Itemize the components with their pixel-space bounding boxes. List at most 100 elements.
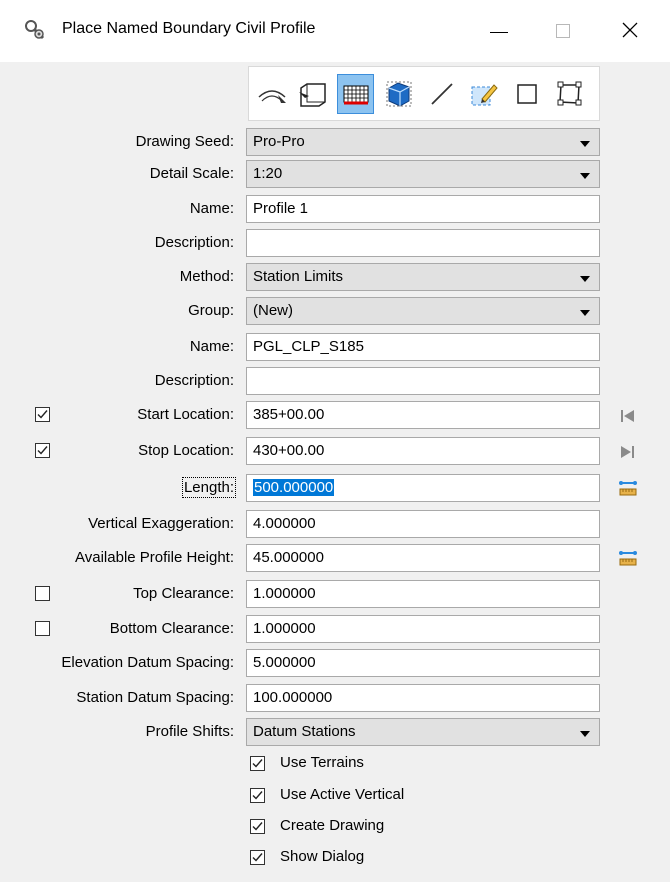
station-datum-spacing-label: Station Datum Spacing: <box>76 689 234 706</box>
from-element-tool[interactable] <box>508 74 545 114</box>
length-input[interactable]: 500.000000 <box>246 474 600 502</box>
checkmark-icon <box>252 853 263 862</box>
shape-icon <box>471 84 498 106</box>
method-row: Method: Station Limits <box>0 263 670 291</box>
create-drawing-checkbox[interactable] <box>250 819 265 834</box>
from-view-tool[interactable] <box>551 74 588 114</box>
go-to-start-icon[interactable] <box>618 407 638 425</box>
top-clearance-checkbox[interactable] <box>35 586 50 601</box>
start-location-row: Start Location: 385+00.00 <box>0 401 670 429</box>
use-terrains-checkbox[interactable] <box>250 756 265 771</box>
vertical-exaggeration-input[interactable]: 4.000000 <box>246 510 600 538</box>
checkmark-icon <box>37 446 48 455</box>
drawing-seed-select[interactable]: Pro-Pro <box>246 128 600 156</box>
bottom-clearance-input[interactable]: 1.000000 <box>246 615 600 643</box>
chevron-down-icon <box>580 310 590 316</box>
3d-cut-tool[interactable] <box>380 74 417 114</box>
from-element-icon <box>516 84 537 104</box>
group-select[interactable]: (New) <box>246 297 600 325</box>
civil-plan-tool[interactable] <box>253 74 290 114</box>
vertical-exaggeration-label: Vertical Exaggeration: <box>88 515 234 532</box>
top-clearance-label: Top Clearance: <box>133 585 234 602</box>
checkmark-icon <box>252 791 263 800</box>
measure-height-icon[interactable] <box>618 550 638 568</box>
elevation-datum-spacing-row: Elevation Datum Spacing: 5.000000 <box>0 649 670 677</box>
station-datum-spacing-input[interactable]: 100.000000 <box>246 684 600 712</box>
start-location-label: Start Location: <box>137 406 234 423</box>
vertical-exaggeration-row: Vertical Exaggeration: 4.000000 <box>0 510 670 538</box>
shape-tool[interactable] <box>465 74 502 114</box>
stop-location-checkbox[interactable] <box>35 443 50 458</box>
description1-input[interactable] <box>246 229 600 257</box>
length-row: Length: 500.000000 <box>0 474 670 502</box>
description1-row: Description: <box>0 229 670 257</box>
checkmark-icon <box>252 822 263 831</box>
top-clearance-input[interactable]: 1.000000 <box>246 580 600 608</box>
name2-label: Name: <box>189 338 234 355</box>
group-value: (New) <box>253 302 293 319</box>
chevron-down-icon <box>580 173 590 179</box>
civil-profile-tool[interactable] <box>337 74 374 114</box>
drawing-seed-label: Drawing Seed: <box>135 133 234 150</box>
top-clearance-row: Top Clearance: 1.000000 <box>0 580 670 608</box>
length-value: 500.000000 <box>253 479 335 496</box>
minimize-button[interactable] <box>478 10 524 50</box>
detail-scale-row: Detail Scale: 1:20 <box>0 160 670 188</box>
measure-length-icon[interactable] <box>618 480 638 498</box>
name1-label: Name: <box>189 200 234 217</box>
method-select[interactable]: Station Limits <box>246 263 600 291</box>
name2-row: Name: PGL_CLP_S185 <box>0 333 670 361</box>
description2-input[interactable] <box>246 367 600 395</box>
civil-cross-section-icon <box>298 83 326 107</box>
method-value: Station Limits <box>253 268 344 285</box>
create-drawing-label: Create Drawing <box>280 817 385 834</box>
chevron-down-icon <box>580 141 590 147</box>
available-profile-height-input[interactable]: 45.000000 <box>246 544 600 572</box>
two-points-tool[interactable] <box>423 74 460 114</box>
bottom-clearance-row: Bottom Clearance: 1.000000 <box>0 615 670 643</box>
name1-input[interactable]: Profile 1 <box>246 195 600 223</box>
stop-location-input[interactable]: 430+00.00 <box>246 437 600 465</box>
stop-location-row: Stop Location: 430+00.00 <box>0 437 670 465</box>
detail-scale-label: Detail Scale: <box>149 165 234 182</box>
title-bar: Place Named Boundary Civil Profile <box>0 0 670 62</box>
go-to-end-icon[interactable] <box>618 443 638 461</box>
maximize-button[interactable] <box>541 10 587 50</box>
profile-shifts-select[interactable]: Datum Stations <box>246 718 600 746</box>
detail-scale-select[interactable]: 1:20 <box>246 160 600 188</box>
bottom-clearance-label: Bottom Clearance: <box>109 620 234 637</box>
length-label: Length: <box>181 477 237 498</box>
stop-location-label: Stop Location: <box>138 442 234 459</box>
description2-label: Description: <box>154 372 234 389</box>
elevation-datum-spacing-label: Elevation Datum Spacing: <box>61 654 234 671</box>
profile-shifts-value: Datum Stations <box>253 723 356 740</box>
civil-cross-section-tool[interactable] <box>294 74 331 114</box>
civil-profile-icon <box>343 85 368 105</box>
available-profile-height-label: Available Profile Height: <box>75 549 234 566</box>
bottom-clearance-checkbox[interactable] <box>35 621 50 636</box>
name1-row: Name: Profile 1 <box>0 195 670 223</box>
elevation-datum-spacing-input[interactable]: 5.000000 <box>246 649 600 677</box>
close-button[interactable] <box>608 10 654 50</box>
close-icon <box>622 22 638 38</box>
show-dialog-label: Show Dialog <box>280 848 365 865</box>
start-location-checkbox[interactable] <box>35 407 50 422</box>
tools-wrench-icon <box>22 18 48 42</box>
chevron-down-icon <box>580 276 590 282</box>
profile-shifts-row: Profile Shifts: Datum Stations <box>0 718 670 746</box>
drawing-seed-row: Drawing Seed: Pro-Pro <box>0 128 670 156</box>
checkmark-icon <box>252 759 263 768</box>
use-active-vertical-checkbox[interactable] <box>250 788 265 803</box>
3d-cut-icon <box>386 81 411 107</box>
show-dialog-checkbox[interactable] <box>250 850 265 865</box>
two-points-icon <box>430 83 453 105</box>
start-location-input[interactable]: 385+00.00 <box>246 401 600 429</box>
name2-input[interactable]: PGL_CLP_S185 <box>246 333 600 361</box>
description2-row: Description: <box>0 367 670 395</box>
method-toolbar <box>248 66 600 121</box>
drawing-seed-value: Pro-Pro <box>253 133 305 150</box>
detail-scale-value: 1:20 <box>253 165 283 182</box>
use-terrains-label: Use Terrains <box>280 754 364 771</box>
method-label: Method: <box>179 268 234 285</box>
available-profile-height-row: Available Profile Height: 45.000000 <box>0 544 670 572</box>
